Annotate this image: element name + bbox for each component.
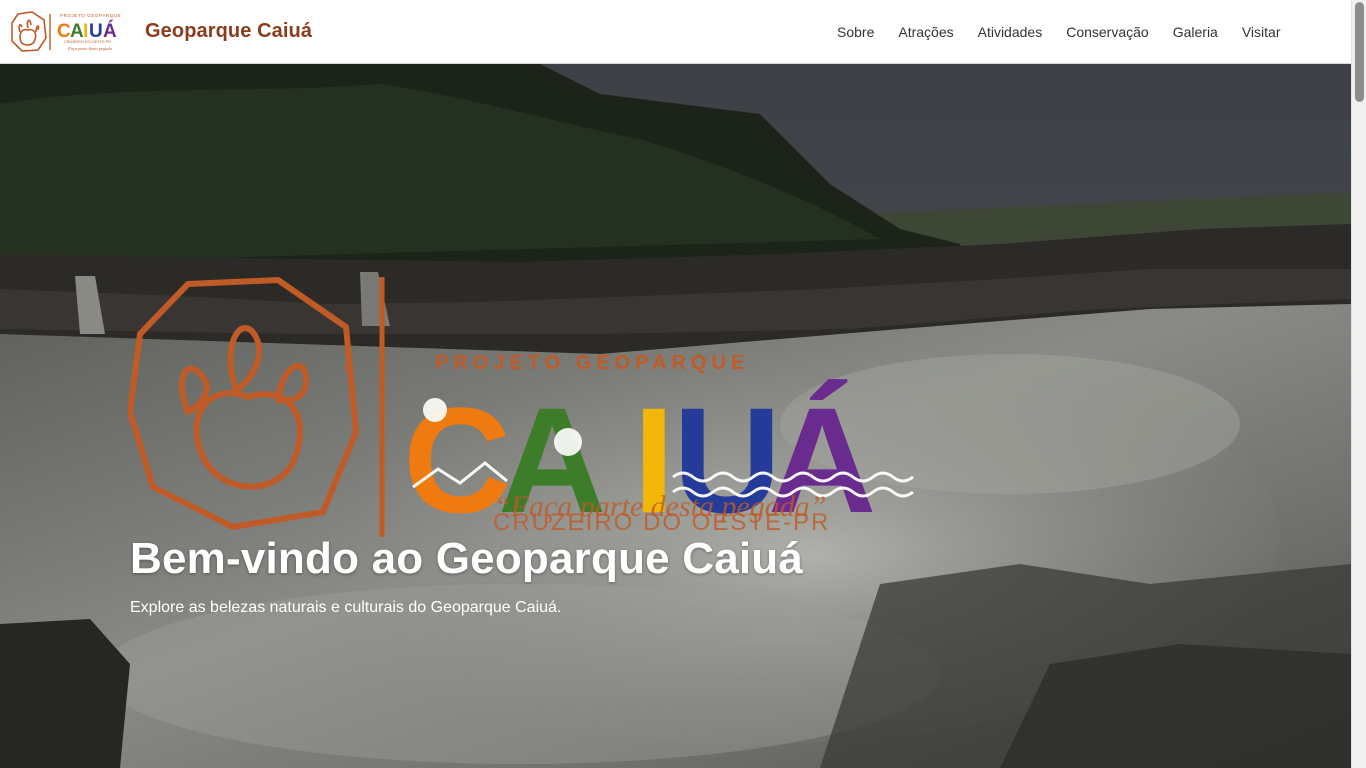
nav-link-atracoes[interactable]: Atrações [898, 24, 953, 40]
scrollbar-thumb[interactable] [1355, 2, 1364, 102]
footprint-icon [128, 277, 359, 530]
svg-text:U: U [89, 21, 103, 42]
svg-text:A: A [70, 21, 84, 42]
main-nav: Sobre Atrações Atividades Conservação Ga… [837, 0, 1305, 64]
nav-link-galeria[interactable]: Galeria [1173, 24, 1218, 40]
nav-link-conservacao[interactable]: Conservação [1066, 24, 1149, 40]
logo-top-text: PROJETO GEOPARQUE [435, 352, 749, 374]
svg-text:I: I [83, 21, 88, 42]
svg-text:PROJETO GEOPARQUE: PROJETO GEOPARQUE [60, 13, 121, 18]
svg-text:Á: Á [103, 20, 117, 42]
brand-link[interactable]: PROJETO GEOPARQUE C A I U Á CRUZEIRO DO … [8, 0, 312, 64]
nav-link-atividades[interactable]: Atividades [978, 24, 1043, 40]
hero-section: PROJETO GEOPARQUE C A I U Á CRUZEIRO DO … [0, 64, 1351, 768]
brand-logo: PROJETO GEOPARQUE C A I U Á CRUZEIRO DO … [11, 10, 121, 52]
nav-link-visitar[interactable]: Visitar [1242, 24, 1281, 40]
svg-text:CRUZEIRO DO OESTE-PR: CRUZEIRO DO OESTE-PR [64, 40, 111, 44]
logo-tagline: “Faça parte desta pegada” [494, 490, 826, 523]
logo-tagline-graphic: “Faça parte desta pegada” [494, 490, 826, 523]
hero-title: Bem-vindo ao Geoparque Caiuá [130, 534, 804, 583]
svg-text:Faça parte desta pegada: Faça parte desta pegada [67, 46, 113, 51]
svg-text:C: C [57, 21, 71, 42]
page-scrollbar[interactable] [1351, 0, 1366, 768]
hero-subtitle: Explore as belezas naturais e culturais … [130, 599, 562, 616]
site-header: PROJETO GEOPARQUE C A I U Á CRUZEIRO DO … [0, 0, 1351, 64]
nav-link-sobre[interactable]: Sobre [837, 24, 874, 40]
brand-title: Geoparque Caiuá [145, 20, 313, 42]
